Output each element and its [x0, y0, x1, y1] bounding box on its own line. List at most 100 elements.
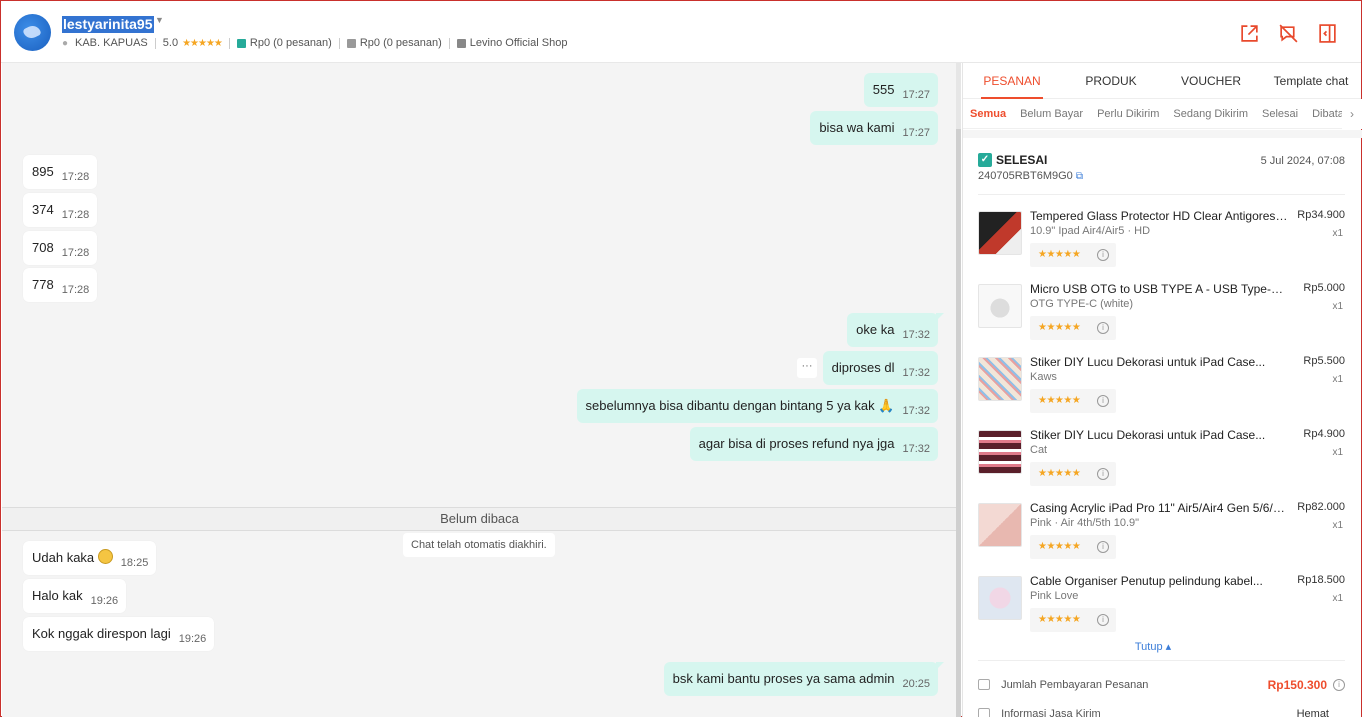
item-price: Rp82.000 — [1297, 501, 1345, 513]
item-name: Micro USB OTG to USB TYPE A - USB Type-C… — [1030, 282, 1288, 296]
divider — [154, 37, 156, 49]
receipt-icon — [978, 679, 990, 690]
system-notice: Chat telah otomatis diakhiri. — [403, 533, 555, 557]
tab-template-chat[interactable]: Template chat — [1261, 63, 1361, 98]
subtab-perlu-dikirim[interactable]: Perlu Dikirim — [1090, 108, 1166, 120]
chat-header: lestyarinita95 ▼ ● KAB. KAPUAS 5.0 ★★★★★… — [1, 1, 1361, 63]
tab-pesanan[interactable]: PESANAN — [963, 63, 1061, 99]
message-in[interactable]: 778 17:28 — [23, 268, 98, 302]
item-name: Stiker DIY Lucu Dekorasi untuk iPad Case… — [1030, 355, 1266, 369]
message-more-button[interactable]: ··· — [797, 358, 817, 378]
order-item[interactable]: Stiker DIY Lucu Dekorasi untuk iPad Case… — [978, 355, 1345, 419]
stat-cancelled: Rp0 (0 pesanan) — [359, 37, 442, 49]
item-name: Casing Acrylic iPad Pro 11" Air5/Air4 Ge… — [1030, 501, 1288, 515]
item-price: Rp34.900 — [1297, 209, 1345, 221]
order-item[interactable]: Micro USB OTG to USB TYPE A - USB Type-C… — [978, 282, 1345, 346]
message-in[interactable]: Halo kak 19:26 — [23, 579, 127, 613]
item-variant: Pink · Air 4th/5th 10.9" — [1030, 517, 1140, 529]
rating-box: ★★★★★ i — [1030, 535, 1116, 559]
user-location: KAB. KAPUAS — [75, 37, 148, 49]
message-out[interactable]: agar bisa di proses refund nya jga 17:32 — [689, 427, 938, 461]
item-price: Rp5.000 — [1303, 282, 1345, 294]
share-icon[interactable] — [1239, 23, 1260, 44]
payment-amount: Rp150.300 — [1267, 678, 1327, 692]
order-cancel-icon — [346, 38, 356, 48]
unread-divider: Belum dibaca — [2, 507, 957, 531]
divider — [978, 660, 1345, 661]
tab-voucher[interactable]: VOUCHER — [1161, 63, 1261, 98]
product-thumbnail — [978, 576, 1022, 620]
order-item[interactable]: Cable Organiser Penutup pelindung kabel.… — [978, 574, 1345, 638]
collapse-items-button[interactable]: Tutup ▴ — [963, 640, 1343, 653]
section-spacer — [963, 130, 1362, 138]
message-in[interactable]: Udah kaka 18:25 — [23, 541, 157, 575]
order-check-icon — [236, 38, 246, 48]
item-price: Rp18.500 — [1297, 574, 1345, 586]
message-out[interactable]: diproses dl 17:32 — [822, 351, 938, 385]
chat-scrollbar-thumb[interactable] — [956, 129, 961, 717]
divider — [978, 194, 1345, 195]
order-id-row: 240705RBT6M9G0 ⧉ — [978, 170, 1345, 182]
order-date: 5 Jul 2024, 07:08 — [1260, 155, 1345, 167]
message-out[interactable]: oke ka 17:32 — [847, 313, 944, 347]
message-in[interactable]: 374 17:28 — [23, 193, 98, 227]
truck-icon — [978, 708, 990, 717]
product-thumbnail — [978, 284, 1022, 328]
order-item[interactable]: Stiker DIY Lucu Dekorasi untuk iPad Case… — [978, 428, 1345, 492]
message-out[interactable]: bsk kami bantu proses ya sama admin 20:25 — [663, 662, 945, 696]
rating-box: ★★★★★ i — [1030, 389, 1116, 413]
info-icon[interactable]: i — [1097, 249, 1109, 261]
item-price: Rp5.500 — [1303, 355, 1345, 367]
info-icon[interactable]: i — [1097, 468, 1109, 480]
info-icon[interactable]: i — [1333, 679, 1345, 691]
rating-stars-icon: ★★★★★ — [1038, 541, 1081, 552]
item-price: Rp4.900 — [1303, 428, 1345, 440]
rating-stars-icon: ★★★★★ — [182, 37, 223, 49]
order-status-filter: Semua Belum Bayar Perlu Dikirim Sedang D… — [963, 99, 1362, 129]
subtab-semua[interactable]: Semua — [963, 108, 1013, 120]
item-variant: Pink Love — [1030, 590, 1079, 602]
item-qty: x1 — [1332, 520, 1343, 531]
header-actions — [1239, 23, 1338, 44]
user-rating: 5.0 — [162, 37, 179, 49]
close-panel-icon[interactable] — [1317, 23, 1338, 44]
message-out[interactable]: 555 17:27 — [863, 73, 938, 107]
order-item[interactable]: Tempered Glass Protector HD Clear Antigo… — [978, 209, 1345, 273]
order-item[interactable]: Casing Acrylic iPad Pro 11" Air5/Air4 Ge… — [978, 501, 1345, 565]
divider — [338, 37, 340, 49]
message-in[interactable]: 708 17:28 — [23, 231, 98, 265]
message-in[interactable]: Kok nggak direspon lagi 19:26 — [23, 617, 215, 651]
message-out[interactable]: bisa wa kami 17:27 — [810, 111, 938, 145]
order-status-label: SELESAI — [996, 153, 1048, 167]
product-thumbnail — [978, 503, 1022, 547]
item-variant: Cat — [1030, 444, 1048, 456]
product-thumbnail — [978, 211, 1022, 255]
username[interactable]: lestyarinita95 — [62, 16, 154, 33]
copy-icon[interactable]: ⧉ — [1076, 171, 1083, 182]
message-out[interactable]: sebelumnya bisa dibantu dengan bintang 5… — [576, 389, 938, 423]
shipping-row: Informasi Jasa Kirim Hemat — [978, 708, 1345, 717]
message-in[interactable]: 895 17:28 — [23, 155, 98, 189]
shipping-value: Hemat — [1296, 708, 1329, 717]
shop-icon — [456, 38, 466, 48]
chat-messages[interactable]: 555 17:27 bisa wa kami 17:27 895 17:28 374 1… — [2, 63, 960, 717]
rating-stars-icon: ★★★★★ — [1038, 395, 1081, 406]
rating-box: ★★★★★ i — [1030, 316, 1116, 340]
check-icon: ✓ — [978, 153, 992, 167]
user-avatar[interactable] — [14, 14, 51, 51]
subtab-sedang-dikirim[interactable]: Sedang Dikirim — [1166, 108, 1255, 120]
info-icon[interactable]: i — [1097, 322, 1109, 334]
chevron-right-icon[interactable]: › — [1342, 99, 1362, 129]
info-icon[interactable]: i — [1097, 614, 1109, 626]
info-icon[interactable]: i — [1097, 395, 1109, 407]
order-header: ✓ SELESAI 5 Jul 2024, 07:08 240705RBT6M9… — [978, 153, 1345, 182]
subtab-selesai[interactable]: Selesai — [1255, 108, 1305, 120]
info-icon[interactable]: i — [1097, 541, 1109, 553]
mute-chat-icon[interactable] — [1278, 23, 1299, 44]
tab-produk[interactable]: PRODUK — [1061, 63, 1161, 98]
chevron-down-icon[interactable]: ▼ — [155, 15, 164, 25]
payment-label: Jumlah Pembayaran Pesanan — [1001, 679, 1149, 691]
subtab-belum-bayar[interactable]: Belum Bayar — [1013, 108, 1090, 120]
rating-stars-icon: ★★★★★ — [1038, 614, 1081, 625]
rating-box: ★★★★★ i — [1030, 608, 1116, 632]
